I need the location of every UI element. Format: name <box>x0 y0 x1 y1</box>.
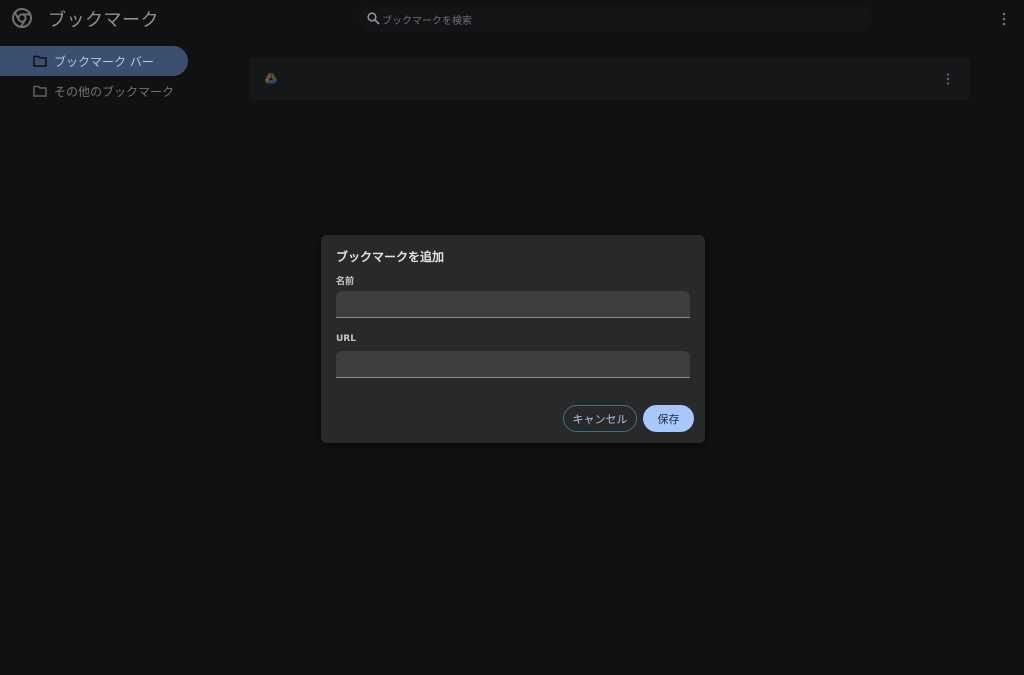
bookmark-list-card <box>249 58 970 100</box>
google-drive-icon <box>265 73 277 84</box>
search-input[interactable]: ブックマークを検索 <box>359 6 872 32</box>
save-button[interactable]: 保存 <box>643 405 694 432</box>
sidebar-item-bookmarks-bar[interactable]: ブックマーク バー <box>0 46 188 76</box>
sidebar-item-other-bookmarks[interactable]: その他のブックマーク <box>0 76 188 106</box>
top-bar: ブックマーク ブックマークを検索 <box>0 0 1024 38</box>
url-field[interactable] <box>336 351 690 378</box>
sidebar-item-label: ブックマーク バー <box>54 55 154 69</box>
search-icon <box>367 12 380 25</box>
name-field[interactable] <box>336 291 690 318</box>
bookmark-manager-page: ブックマーク ブックマークを検索 ブックマーク バー その他のブックマーク ブッ… <box>0 0 1024 675</box>
sidebar-item-label: その他のブックマーク <box>54 85 175 99</box>
chrome-logo-icon <box>12 8 32 28</box>
folder-icon <box>33 55 47 67</box>
cancel-button[interactable]: キャンセル <box>563 405 637 432</box>
more-vert-icon[interactable] <box>943 71 953 87</box>
add-bookmark-dialog: ブックマークを追加 名前 URL キャンセル 保存 <box>321 235 705 443</box>
name-field-label: 名前 <box>336 277 355 287</box>
url-field-label: URL <box>336 334 356 344</box>
more-vert-icon[interactable] <box>996 10 1012 28</box>
list-item[interactable] <box>249 58 929 100</box>
dialog-title: ブックマークを追加 <box>336 250 445 264</box>
folder-icon <box>33 85 47 97</box>
search-placeholder: ブックマークを検索 <box>382 16 472 27</box>
page-title: ブックマーク <box>48 10 159 31</box>
